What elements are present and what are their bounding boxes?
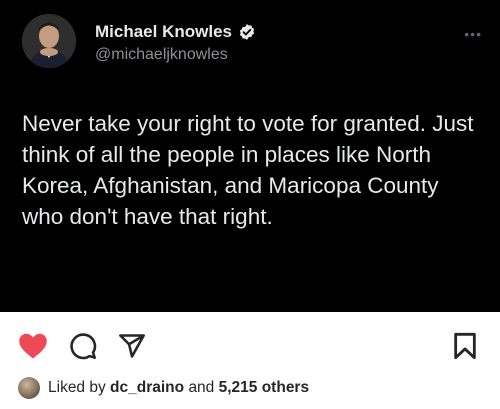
likes-joiner: and (188, 379, 215, 396)
post-actions-bar (0, 312, 500, 372)
comment-icon[interactable] (69, 332, 97, 365)
likes-text: Liked by dc_draino and 5,215 others (48, 379, 309, 397)
author-avatar[interactable] (22, 14, 76, 68)
bookmark-icon[interactable] (452, 332, 478, 365)
share-icon[interactable] (118, 332, 146, 365)
liker-username[interactable]: dc_draino (110, 379, 184, 396)
heart-icon[interactable] (18, 332, 48, 365)
tweet-card: Michael Knowles @michaeljknowles ••• Nev… (0, 0, 500, 312)
liker-avatar[interactable] (18, 377, 40, 399)
author-handle[interactable]: @michaeljknowles (95, 46, 228, 64)
author-name-text: Michael Knowles (95, 22, 232, 41)
likes-others-count[interactable]: 5,215 others (219, 379, 309, 396)
likes-prefix: Liked by (48, 379, 106, 396)
profile-photo-icon (22, 14, 76, 68)
more-dots-icon[interactable]: ••• (464, 26, 482, 42)
verified-badge-icon (238, 23, 256, 41)
author-name[interactable]: Michael Knowles (95, 22, 256, 42)
likes-summary[interactable]: Liked by dc_draino and 5,215 others (18, 377, 309, 399)
tweet-text: Never take your right to vote for grante… (22, 111, 474, 229)
